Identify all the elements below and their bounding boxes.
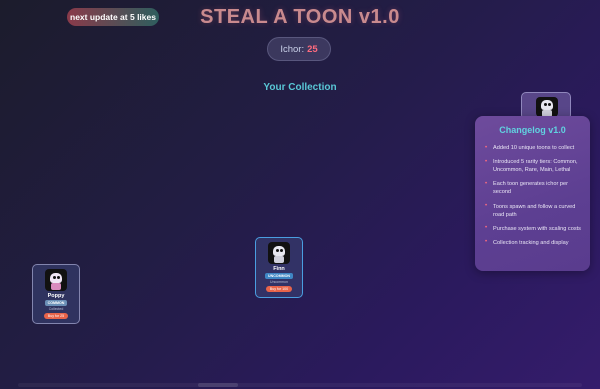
toon-card-finn[interactable]: Finn UNCOMMON Uncommon Buy for 100	[255, 237, 303, 298]
poppy-portrait-icon	[45, 269, 67, 291]
buy-button[interactable]: Buy for 100	[265, 286, 293, 292]
changelog-item: Toons spawn and follow a curved road pat…	[483, 202, 582, 219]
changelog-item: Collection tracking and display	[483, 238, 582, 247]
collection-title: Your Collection	[263, 82, 337, 93]
buy-button[interactable]: Buy for 25	[43, 313, 69, 319]
toon-card-poppy[interactable]: Poppy COMMON Collected Buy for 25	[32, 264, 80, 324]
finn-portrait-icon	[268, 242, 290, 264]
ichor-value: 25	[307, 43, 318, 55]
toon-portrait-icon	[536, 97, 558, 117]
changelog-list: Added 10 unique toons to collect Introdu…	[483, 143, 582, 247]
toon-desc: Uncommon	[270, 280, 288, 284]
rarity-badge: COMMON	[44, 300, 68, 306]
changelog-panel: Changelog v1.0 Added 10 unique toons to …	[475, 116, 590, 271]
horizontal-scrollbar[interactable]	[18, 383, 582, 387]
changelog-title: Changelog v1.0	[499, 125, 566, 135]
toon-desc: Collected	[48, 307, 64, 311]
toon-name: Finn	[273, 266, 285, 272]
changelog-item: Purchase system with scaling costs	[483, 224, 582, 233]
changelog-item: Added 10 unique toons to collect	[483, 143, 582, 152]
ichor-label: Ichor:	[280, 43, 305, 55]
changelog-item: Each toon generates ichor per second	[483, 180, 582, 196]
toon-name: Poppy	[47, 293, 65, 299]
changelog-item: Introduced 5 rarity tiers: Common, Uncom…	[483, 158, 582, 174]
ichor-counter: Ichor: 25	[267, 37, 331, 61]
scrollbar-thumb[interactable]	[198, 383, 238, 387]
game-title: STEAL A TOON v1.0	[200, 6, 400, 28]
rarity-badge: UNCOMMON	[265, 273, 293, 279]
